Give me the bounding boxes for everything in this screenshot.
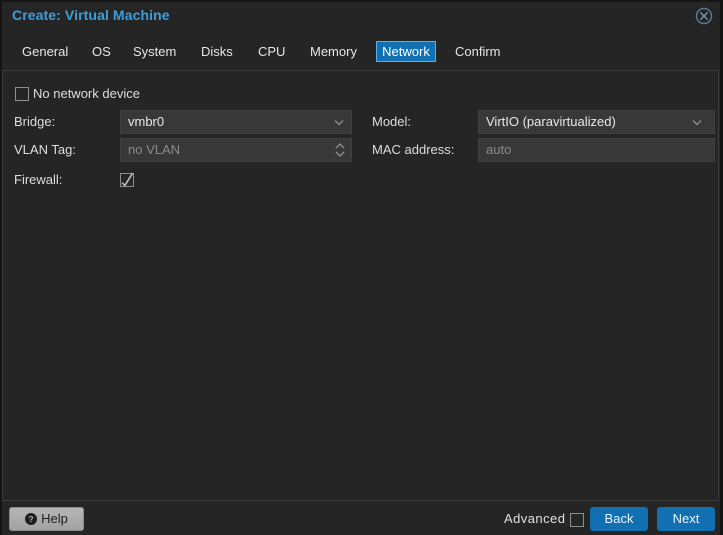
svg-text:?: ? — [29, 515, 34, 524]
